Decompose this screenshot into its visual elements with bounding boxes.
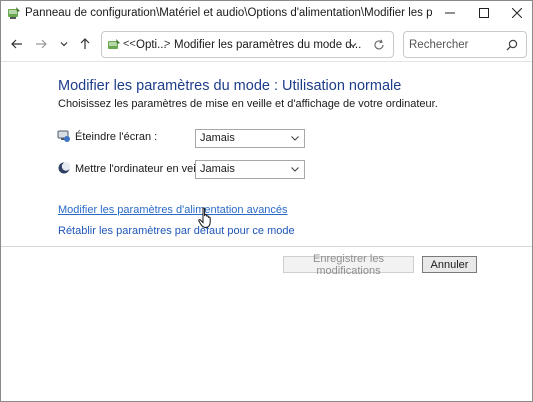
breadcrumb-overflow[interactable]: << xyxy=(123,38,136,50)
chevron-down-icon xyxy=(349,43,357,48)
close-button[interactable] xyxy=(500,1,533,25)
maximize-icon xyxy=(479,8,489,18)
control-panel-icon xyxy=(108,39,120,49)
moon-icon xyxy=(58,162,71,174)
arrow-left-icon xyxy=(11,39,22,49)
sleep-select[interactable]: Jamais xyxy=(195,160,305,179)
refresh-icon xyxy=(374,39,384,50)
turn-off-display-select[interactable]: Jamais xyxy=(195,129,305,148)
control-panel-window: Panneau de configuration\Matériel et aud… xyxy=(0,0,533,402)
breadcrumb-power-options[interactable]: Opti... xyxy=(136,39,167,51)
monitor-icon xyxy=(57,130,70,142)
minimize-icon xyxy=(445,12,455,14)
search-box[interactable] xyxy=(403,31,527,58)
advanced-power-settings-link[interactable]: Modifier les paramètres d'alimentation a… xyxy=(58,204,288,216)
address-bar[interactable]: << Opti... > Modifier les paramètres du … xyxy=(101,31,394,58)
save-changes-button[interactable]: Enregistrer les modifications xyxy=(283,253,414,277)
address-dropdown-button[interactable] xyxy=(346,38,360,52)
navigation-bar: << Opti... > Modifier les paramètres du … xyxy=(1,27,532,61)
search-icon[interactable] xyxy=(505,38,519,52)
sleep-label: Mettre l'ordinateur en veille : xyxy=(75,163,213,175)
chevron-down-icon xyxy=(60,42,68,47)
page-description: Choisissez les paramètres de mise en vei… xyxy=(58,98,438,110)
cancel-button[interactable]: Annuler xyxy=(422,256,477,273)
content-divider xyxy=(1,246,532,247)
arrow-up-icon xyxy=(80,38,90,49)
arrow-right-icon xyxy=(36,39,47,49)
refresh-button[interactable] xyxy=(372,38,386,52)
restore-defaults-link[interactable]: Rétablir les paramètres par défaut pour … xyxy=(58,225,295,237)
breadcrumb-current[interactable]: Modifier les paramètres du mode d... xyxy=(174,39,361,51)
close-icon xyxy=(512,8,522,18)
page-title: Modifier les paramètres du mode : Utilis… xyxy=(58,78,402,94)
turn-off-display-label: Éteindre l'écran : xyxy=(75,131,158,143)
hand-cursor-icon xyxy=(198,207,211,229)
chevron-down-icon xyxy=(291,136,299,141)
breadcrumb-separator[interactable]: > xyxy=(164,38,170,50)
title-bar[interactable]: Panneau de configuration\Matériel et aud… xyxy=(1,1,532,27)
window-title: Panneau de configuration\Matériel et aud… xyxy=(25,7,433,19)
turn-off-display-value: Jamais xyxy=(200,132,235,144)
maximize-button[interactable] xyxy=(467,1,501,25)
back-button[interactable] xyxy=(6,33,28,55)
forward-button[interactable] xyxy=(30,33,52,55)
minimize-button[interactable] xyxy=(433,1,467,25)
sleep-value: Jamais xyxy=(200,163,235,175)
search-input[interactable] xyxy=(409,37,501,53)
recent-locations-button[interactable] xyxy=(53,33,75,55)
chevron-down-icon xyxy=(291,167,299,172)
up-button[interactable] xyxy=(74,33,96,55)
toolbar-divider xyxy=(1,61,532,62)
power-options-icon xyxy=(8,7,20,19)
